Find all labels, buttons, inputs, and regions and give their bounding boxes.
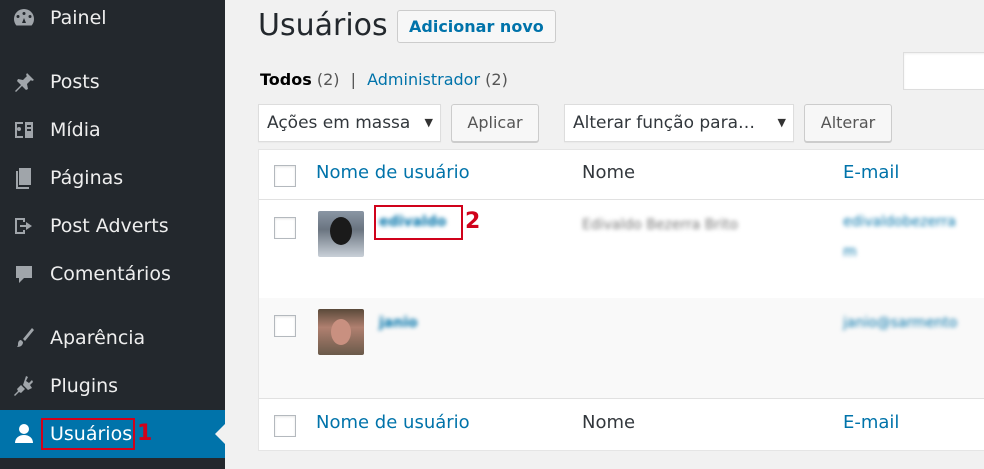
table-row: janio janio@sarmento (259, 298, 984, 398)
adverts-icon (11, 213, 37, 239)
column-username[interactable]: Nome de usuário (316, 162, 470, 183)
avatar (318, 211, 364, 257)
sidebar-item-label: Páginas (50, 167, 124, 189)
sidebar-item-comentarios[interactable]: Comentários (0, 250, 225, 298)
sidebar-item-label: Posts (50, 71, 100, 93)
pages-icon (11, 165, 37, 191)
comment-icon (11, 261, 37, 287)
change-role-select[interactable]: Alterar função para… ▼ (564, 104, 794, 142)
bulk-actions-select[interactable]: Ações em massa ▼ (258, 104, 441, 142)
bulk-actions-value: Ações em massa (267, 113, 411, 133)
sidebar-item-posts[interactable]: Posts (0, 58, 225, 106)
sidebar-item-midia[interactable]: Mídia (0, 106, 225, 154)
user-email-link[interactable]: janio@sarmento (843, 315, 957, 331)
role-filter-links: Todos (2) | Administrador (2) (260, 70, 508, 89)
page-title: Usuários (258, 8, 388, 43)
annotation-highlight-username (374, 205, 463, 240)
select-all-checkbox[interactable] (274, 165, 296, 187)
filter-all-count: (2) (316, 70, 340, 89)
pin-icon (11, 69, 37, 95)
apply-button[interactable]: Aplicar (451, 104, 539, 142)
user-icon (11, 421, 37, 447)
avatar (318, 309, 364, 355)
dropdown-arrow-icon: ▼ (424, 116, 433, 129)
dropdown-arrow-icon: ▼ (777, 116, 786, 129)
annotation-number-1: 1 (137, 421, 153, 446)
username-link[interactable]: janio (379, 315, 418, 331)
sidebar-item-label: Comentários (50, 263, 171, 285)
sidebar-item-label: Mídia (50, 119, 101, 141)
table-footer: Nome de usuário Nome E-mail (259, 398, 984, 450)
column-email-footer[interactable]: E-mail (843, 412, 899, 433)
row-checkbox[interactable] (274, 217, 296, 239)
annotation-number-2: 2 (465, 209, 481, 234)
change-role-button[interactable]: Alterar (804, 104, 892, 142)
sidebar-item-label: Post Adverts (50, 215, 169, 237)
row-checkbox[interactable] (274, 315, 296, 337)
sidebar-item-label: Plugins (50, 375, 119, 397)
sidebar-item-plugins[interactable]: Plugins (0, 362, 225, 410)
table-row: edivaldo Edivaldo Bezerra Brito edivaldo… (259, 200, 984, 298)
sidebar-item-paginas[interactable]: Páginas (0, 154, 225, 202)
filter-all-link[interactable]: Todos (260, 70, 312, 89)
sidebar-item-aparencia[interactable]: Aparência (0, 314, 225, 362)
sidebar-item-label: Aparência (50, 327, 146, 349)
table-header: Nome de usuário Nome E-mail (259, 150, 984, 200)
filter-admin-link[interactable]: Administrador (367, 70, 480, 89)
search-users-input[interactable] (903, 52, 984, 90)
user-fullname: Edivaldo Bezerra Brito (582, 217, 739, 233)
add-new-user-button[interactable]: Adicionar novo (397, 10, 556, 43)
dashboard-icon (11, 5, 37, 31)
user-email-continued[interactable]: m (843, 244, 857, 260)
annotation-highlight-usuarios (41, 418, 135, 450)
users-table: Nome de usuário Nome E-mail edivaldo Edi… (258, 149, 984, 451)
sidebar-item-label: Painel (50, 7, 107, 29)
media-icon (11, 117, 37, 143)
column-email[interactable]: E-mail (843, 162, 899, 183)
sidebar-item-painel[interactable]: Painel (0, 0, 225, 42)
user-email-link[interactable]: edivaldobezerra (843, 214, 956, 230)
brush-icon (11, 325, 37, 351)
column-username-footer[interactable]: Nome de usuário (316, 412, 470, 433)
column-name-footer: Nome (582, 412, 636, 433)
admin-sidebar: Painel Posts Mídia Páginas Post Adverts … (0, 0, 225, 469)
column-name: Nome (582, 162, 636, 183)
filter-separator: | (350, 70, 356, 89)
change-role-value: Alterar função para… (573, 113, 755, 133)
filter-admin-count: (2) (485, 70, 508, 89)
sidebar-item-post-adverts[interactable]: Post Adverts (0, 202, 225, 250)
plugin-icon (11, 373, 37, 399)
select-all-checkbox-footer[interactable] (274, 415, 296, 437)
